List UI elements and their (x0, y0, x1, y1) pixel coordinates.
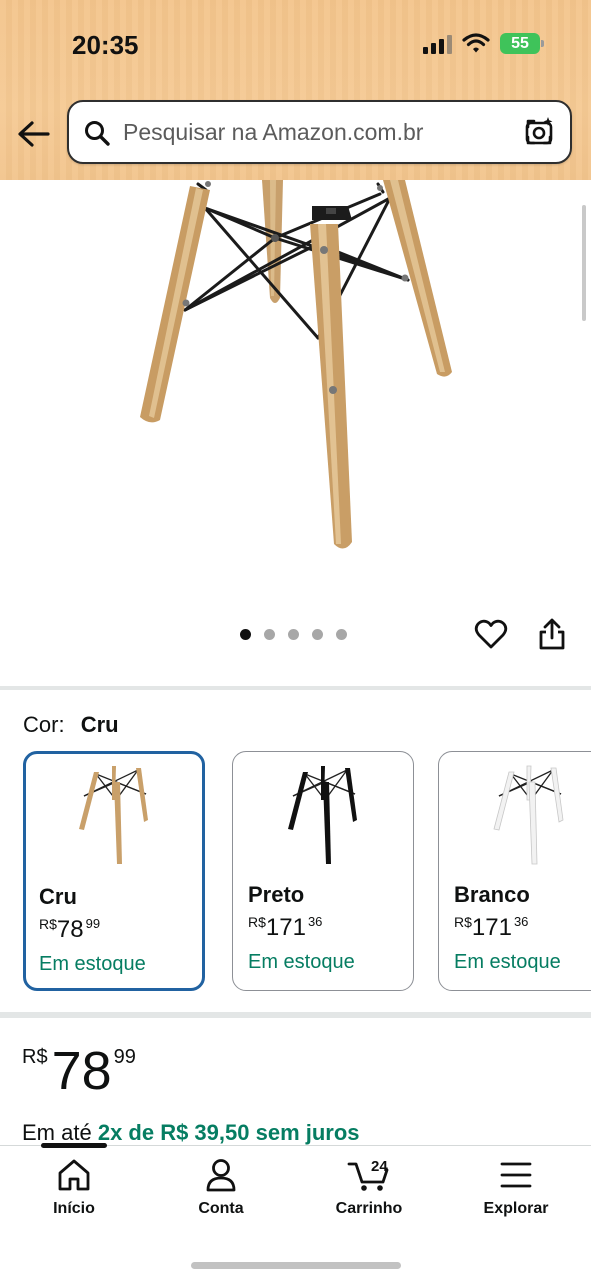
variant-name: Preto (248, 882, 305, 907)
top-bar: 20:35 55 (0, 0, 591, 180)
nav-label: Conta (198, 1200, 244, 1217)
section-divider (0, 686, 591, 690)
color-label: Cor: Cru (23, 712, 119, 738)
pagination-dot[interactable] (312, 629, 323, 640)
price-currency: R$ (22, 1046, 48, 1068)
variant-price-whole: 171 (471, 914, 512, 941)
share-icon[interactable] (535, 616, 569, 652)
nav-item-inicio[interactable]: Início (14, 1158, 134, 1218)
variant-card-preto[interactable]: Preto R$171 36 Em estoque (232, 751, 414, 991)
variant-price-cents: 36 (513, 914, 529, 929)
variant-price-whole: 171 (265, 914, 306, 941)
color-selected-value: Cru (80, 712, 119, 737)
pagination-dot[interactable] (264, 629, 275, 640)
color-label-text: Cor: (23, 712, 65, 737)
pagination-dot[interactable] (288, 629, 299, 640)
variant-name: Branco (454, 882, 530, 907)
variant-thumbnail (493, 765, 564, 865)
battery-level: 55 (511, 35, 529, 52)
variant-price-cents: 36 (307, 914, 323, 929)
bottom-navigation: Início Conta 24 Carrinho Explorar (0, 1143, 591, 1280)
home-icon (58, 1159, 90, 1191)
nav-label: Carrinho (335, 1200, 403, 1217)
variant-price-whole: 78 (56, 916, 84, 943)
home-indicator (191, 1262, 401, 1269)
installments-prefix: Em até (22, 1120, 92, 1145)
variant-thumbnail (79, 766, 148, 864)
price-cents: 99 (113, 1046, 136, 1068)
product-price: R$78 99 (22, 1040, 136, 1102)
search-bar[interactable] (67, 100, 572, 164)
variant-stock-status: Em estoque (39, 953, 146, 975)
nav-item-conta[interactable]: Conta (161, 1158, 281, 1218)
product-image[interactable] (0, 180, 591, 580)
camera-search-icon[interactable] (522, 115, 556, 149)
variant-price-currency: R$ (454, 914, 472, 930)
nav-label: Início (53, 1200, 95, 1217)
installments-offer: 2x de R$ 39,50 sem juros (97, 1120, 360, 1145)
variant-stock-status: Em estoque (248, 951, 355, 973)
variant-card-cru[interactable]: Cru R$78 99 Em estoque (23, 751, 205, 991)
pagination-dot[interactable] (336, 629, 347, 640)
back-arrow-icon[interactable] (14, 116, 54, 152)
search-icon (85, 121, 110, 146)
account-icon (206, 1159, 236, 1192)
battery-indicator: 55 (500, 33, 544, 54)
variant-price-currency: R$ (248, 914, 266, 930)
section-divider (0, 1012, 591, 1018)
nav-label: Explorar (483, 1200, 549, 1217)
image-pagination-dots[interactable] (240, 629, 347, 641)
variant-price-currency: R$ (39, 916, 57, 932)
price-whole: 78 (51, 1041, 112, 1101)
status-time: 20:35 (72, 30, 139, 60)
pagination-dot[interactable] (240, 629, 251, 640)
image-scrollbar (582, 205, 586, 321)
variant-price: R$78 99 (39, 916, 100, 944)
variant-price-cents: 99 (85, 916, 101, 931)
variant-stock-status: Em estoque (454, 951, 561, 973)
wifi-icon (462, 33, 490, 53)
cellular-signal-icon (423, 35, 452, 54)
variant-card-branco[interactable]: Branco R$171 36 Em estoque (438, 751, 591, 991)
variant-price: R$171 36 (248, 914, 322, 942)
cart-count-badge: 24 (371, 1158, 388, 1175)
search-input[interactable] (123, 112, 513, 152)
variant-thumbnail (288, 766, 357, 864)
variant-price: R$171 36 (454, 914, 528, 942)
heart-icon[interactable] (473, 616, 509, 652)
variant-name: Cru (39, 884, 77, 909)
nav-item-explorar[interactable]: Explorar (456, 1158, 576, 1218)
nav-item-carrinho[interactable]: 24 Carrinho (309, 1158, 429, 1218)
active-tab-indicator (41, 1143, 107, 1148)
menu-icon (500, 1162, 532, 1188)
